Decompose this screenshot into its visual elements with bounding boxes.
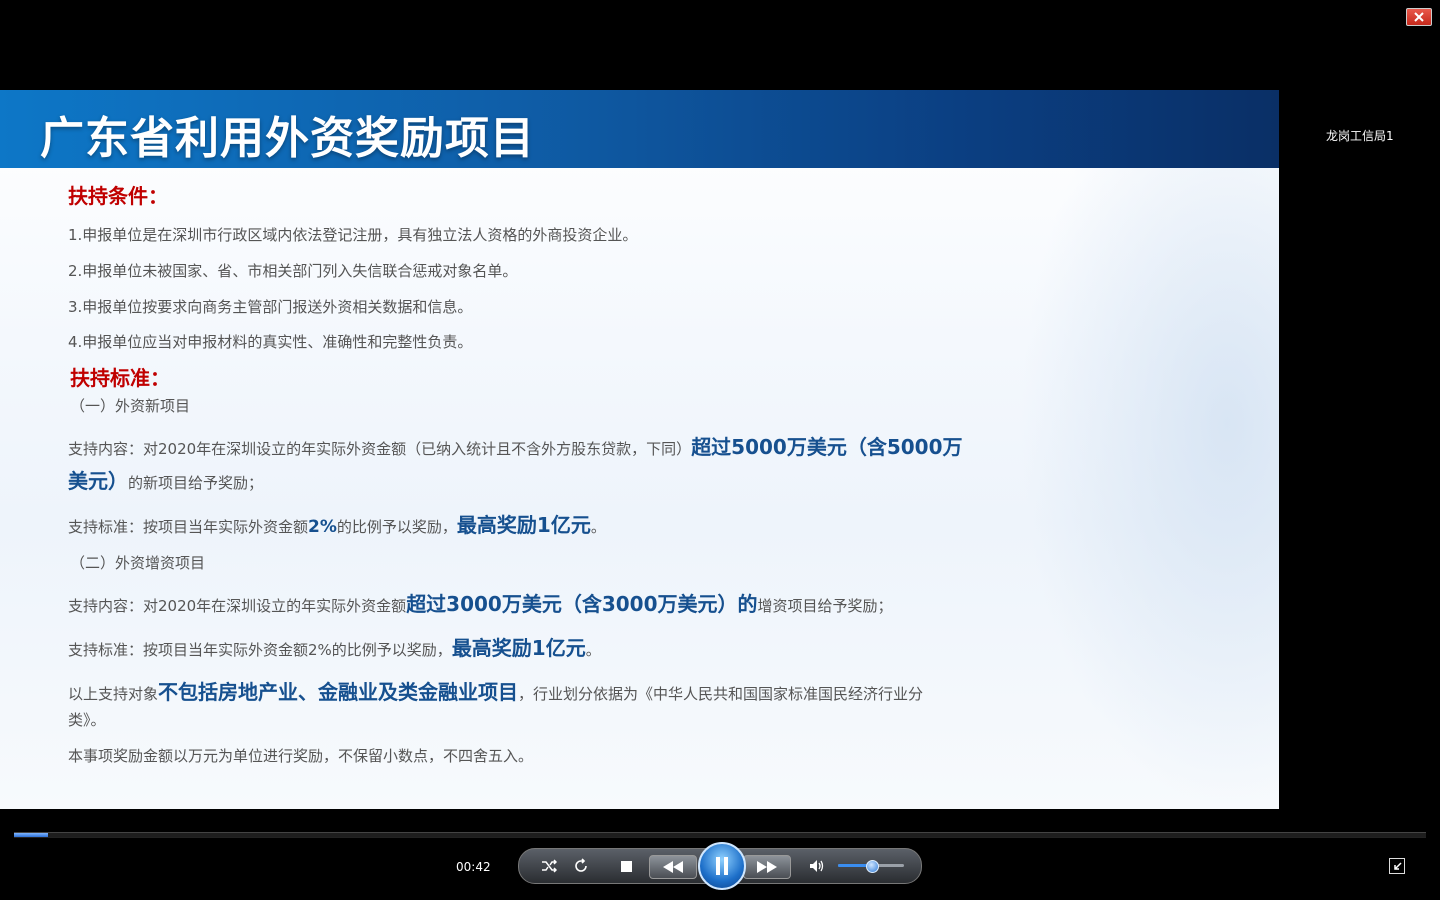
stop-icon: [620, 860, 632, 872]
highlight-text: 超过5000万美元（含5000万: [691, 435, 963, 459]
video-frame-slide: 广东省利用外资奖励项目 扶持条件： 1.申报单位是在深圳市行政区域内依法登记注册…: [0, 90, 1279, 809]
highlight-text: 最高奖励1亿元: [451, 636, 586, 660]
seek-bar[interactable]: [14, 832, 1426, 838]
close-icon: [1414, 12, 1424, 22]
section-conditions-heading: 扶持条件：: [68, 184, 168, 208]
stop-button[interactable]: [619, 859, 633, 873]
fast-forward-icon: [757, 861, 777, 873]
standard-text: 的比例予以奖励，: [336, 518, 457, 536]
seek-bar-progress: [14, 833, 48, 837]
speaker-icon: [810, 860, 824, 872]
increase-project-content: 支持内容：对2020年在深圳设立的年实际外资金额超过3000万美元（含3000万…: [68, 588, 893, 617]
shuffle-icon: [542, 859, 557, 873]
new-project-content-line1: 支持内容：对2020年在深圳设立的年实际外资金额（已纳入统计且不含外方股东贷款，…: [68, 431, 963, 460]
slide-header-banner: 广东省利用外资奖励项目: [0, 90, 1279, 168]
standard-text: 支持标准：按项目当年实际外资金额2%的比例予以奖励，: [68, 641, 452, 659]
highlight-text: 美元）: [68, 469, 128, 493]
background-glow: [1019, 168, 1279, 808]
note-text: ，行业划分依据为《中华人民共和国国家标准国民经济行业分: [518, 685, 924, 703]
close-button[interactable]: [1406, 8, 1432, 26]
exclusion-note-line2: 类》。: [68, 711, 106, 729]
increase-project-standard: 支持标准：按项目当年实际外资金额2%的比例予以奖励，最高奖励1亿元。: [68, 632, 601, 661]
subsection-capital-increase: （二）外资增资项目: [70, 554, 206, 572]
volume-handle[interactable]: [866, 860, 879, 873]
time-elapsed: 00:42: [456, 860, 491, 874]
compact-mode-icon: [1394, 862, 1402, 870]
new-project-standard: 支持标准：按项目当年实际外资金额2%的比例予以奖励，最高奖励1亿元。: [68, 509, 606, 538]
standard-text: 。: [585, 641, 601, 659]
rewind-button[interactable]: [649, 855, 697, 879]
condition-item: 2.申报单位未被国家、省、市相关部门列入失信联合惩戒对象名单。: [68, 262, 518, 280]
exclusion-note-line1: 以上支持对象不包括房地产业、金融业及类金融业项目，行业划分依据为《中华人民共和国…: [68, 676, 923, 705]
mute-button[interactable]: [807, 857, 827, 875]
new-project-content-line2: 美元）的新项目给予奖励；: [68, 465, 263, 494]
highlight-text: 不包括房地产业、金融业及类金融业项目: [158, 680, 519, 704]
section-standards-heading: 扶持标准：: [70, 366, 170, 390]
playlist-item-label[interactable]: 龙岗工信局1: [1326, 127, 1394, 144]
rounding-note: 本事项奖励金额以万元为单位进行奖励，不保留小数点，不四舍五入。: [68, 747, 534, 765]
condition-item: 1.申报单位是在深圳市行政区域内依法登记注册，具有独立法人资格的外商投资企业。: [68, 226, 638, 244]
highlight-text: 最高奖励1亿元: [456, 513, 591, 537]
video-player-window: 广东省利用外资奖励项目 扶持条件： 1.申报单位是在深圳市行政区域内依法登记注册…: [0, 0, 1440, 900]
percent-text: 2%: [308, 517, 337, 537]
condition-item: 4.申报单位应当对申报材料的真实性、准确性和完整性负责。: [68, 333, 473, 351]
pause-icon: [716, 857, 728, 875]
content-text: 的新项目给予奖励；: [128, 474, 264, 492]
repeat-icon: [575, 858, 587, 872]
shuffle-button[interactable]: [539, 857, 559, 875]
pause-button[interactable]: [698, 842, 746, 890]
volume-slider[interactable]: [838, 860, 904, 873]
standard-text: 。: [590, 518, 606, 536]
switch-to-compact-mode-button[interactable]: [1389, 858, 1405, 874]
standard-text: 支持标准：按项目当年实际外资金额: [68, 518, 309, 536]
condition-item: 3.申报单位按要求向商务主管部门报送外资相关数据和信息。: [68, 298, 473, 316]
content-text: 增资项目给予奖励；: [757, 597, 893, 615]
slide-title: 广东省利用外资奖励项目: [40, 113, 535, 164]
fast-forward-button[interactable]: [743, 855, 791, 879]
content-text: 支持内容：对2020年在深圳设立的年实际外资金额: [68, 597, 407, 615]
subsection-new-projects: （一）外资新项目: [70, 397, 191, 415]
highlight-text: 超过3000万美元（含3000万美元）的: [406, 592, 758, 616]
repeat-button[interactable]: [571, 857, 591, 875]
note-text: 以上支持对象: [68, 685, 159, 703]
content-text: 支持内容：对2020年在深圳设立的年实际外资金额（已纳入统计且不含外方股东贷款，…: [68, 440, 692, 458]
rewind-icon: [663, 861, 683, 873]
